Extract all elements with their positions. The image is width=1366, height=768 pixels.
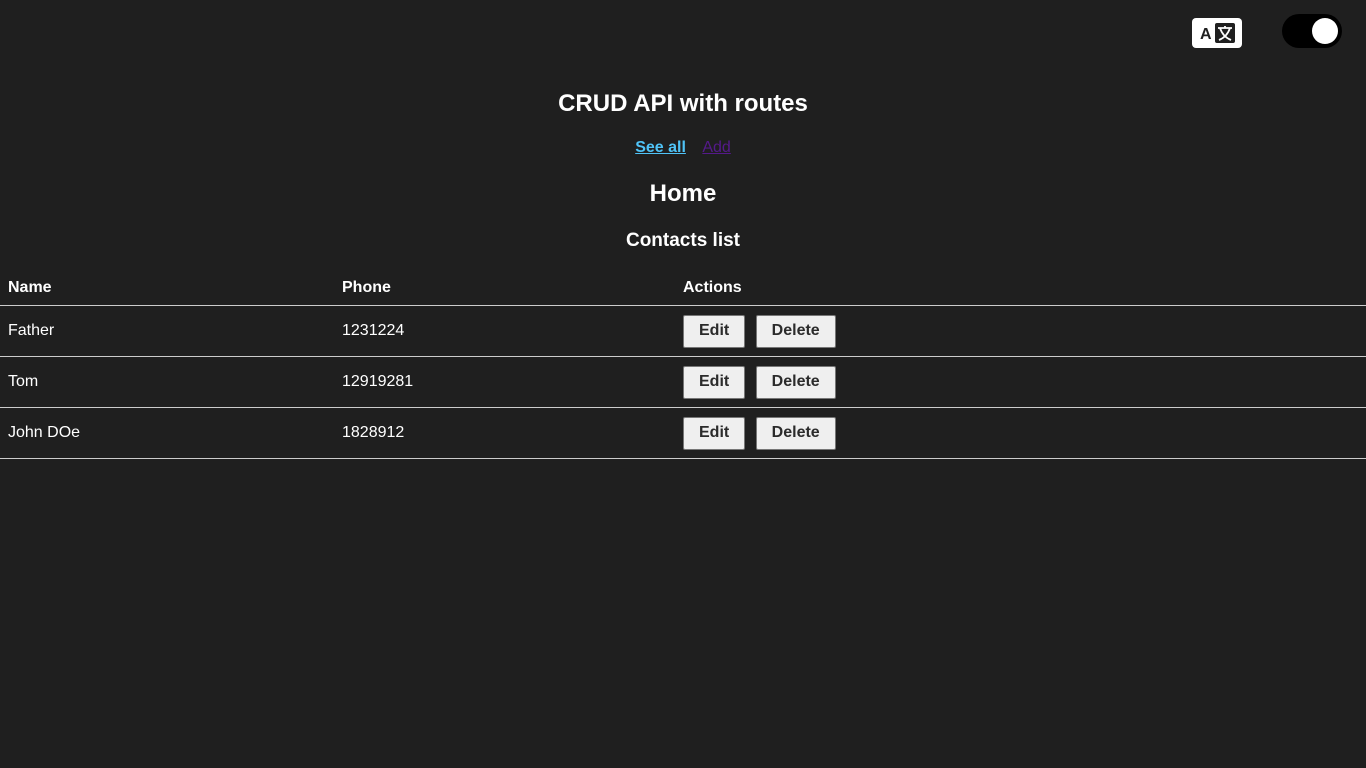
table-row: Father 1231224 Edit Delete [0, 305, 1366, 357]
section-title: Contacts list [625, 230, 741, 251]
nav-link-see-all[interactable]: See all [635, 139, 686, 156]
contact-name: John DOe [0, 407, 334, 459]
contact-name: Father [0, 305, 334, 357]
column-header-name: Name [0, 270, 334, 306]
contact-phone: 12919281 [334, 356, 675, 408]
main-nav: See all Add [0, 138, 1366, 158]
contact-phone: 1828912 [334, 407, 675, 459]
theme-toggle[interactable] [1282, 14, 1342, 48]
table-row: Tom 12919281 Edit Delete [0, 356, 1366, 408]
edit-button[interactable]: Edit [683, 314, 746, 348]
app-title: CRUD API with routes [558, 90, 808, 117]
contact-phone: 1231224 [334, 305, 675, 357]
row-actions: Edit Delete [675, 407, 1366, 459]
top-bar: A [0, 0, 1366, 64]
translate-icon: A [1200, 23, 1235, 43]
table-row: John DOe 1828912 Edit Delete [0, 407, 1366, 459]
delete-button[interactable]: Delete [755, 314, 836, 348]
toggle-knob [1312, 18, 1338, 44]
nav-link-add[interactable]: Add [702, 139, 730, 156]
table-header-row: Name Phone Actions [0, 270, 1366, 306]
contacts-table: Name Phone Actions Father 1231224 Edit D… [0, 270, 1366, 459]
delete-button[interactable]: Delete [755, 416, 836, 450]
row-actions: Edit Delete [675, 305, 1366, 357]
edit-button[interactable]: Edit [683, 365, 746, 399]
contact-name: Tom [0, 356, 334, 408]
delete-button[interactable]: Delete [755, 365, 836, 399]
column-header-actions: Actions [675, 270, 1366, 306]
row-actions: Edit Delete [675, 356, 1366, 408]
page-heading: Home [649, 180, 717, 207]
column-header-phone: Phone [334, 270, 675, 306]
svg-text:A: A [1200, 26, 1212, 43]
edit-button[interactable]: Edit [683, 416, 746, 450]
translate-button[interactable]: A [1192, 18, 1242, 48]
